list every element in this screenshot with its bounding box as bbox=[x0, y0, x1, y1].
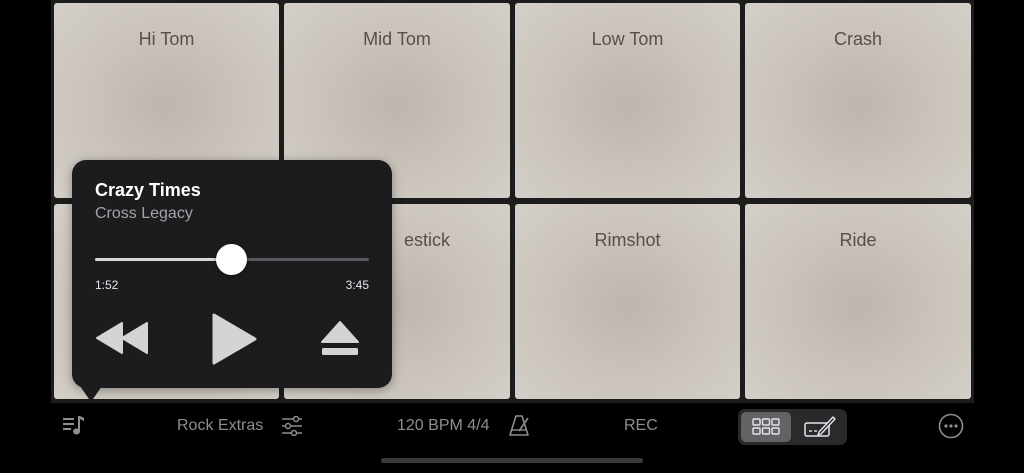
pencil-icon bbox=[804, 416, 836, 437]
pad-low-tom[interactable]: Low Tom bbox=[515, 3, 740, 198]
song-artist: Cross Legacy bbox=[95, 205, 193, 222]
pad-label: Hi Tom bbox=[138, 29, 195, 49]
song-title: Crazy Times bbox=[95, 180, 201, 200]
home-indicator bbox=[381, 458, 643, 463]
grid-icon bbox=[752, 418, 780, 435]
sliders-icon[interactable] bbox=[281, 415, 303, 437]
popover-pointer bbox=[80, 386, 102, 402]
bottom-toolbar: Rock Extras 120 BPM 4/4 REC bbox=[0, 403, 1024, 449]
pad-rimshot[interactable]: Rimshot bbox=[515, 204, 740, 399]
music-notes-icon[interactable] bbox=[62, 415, 84, 437]
edit-view-button[interactable] bbox=[795, 412, 844, 442]
ellipsis-icon[interactable] bbox=[938, 413, 964, 439]
total-time: 3:45 bbox=[345, 278, 369, 292]
play-button[interactable] bbox=[210, 312, 258, 366]
pad-ride[interactable]: Ride bbox=[745, 204, 971, 399]
kit-name[interactable]: Rock Extras bbox=[177, 417, 263, 435]
progress-fill bbox=[95, 258, 232, 261]
now-playing-popover: Crazy Times Cross Legacy 1:52 3:45 bbox=[72, 160, 392, 388]
view-toggle bbox=[738, 409, 847, 445]
progress-thumb[interactable] bbox=[216, 244, 248, 275]
pad-label: Mid Tom bbox=[363, 29, 431, 49]
tempo-display[interactable]: 120 BPM 4/4 bbox=[397, 417, 490, 435]
rewind-icon bbox=[96, 322, 148, 354]
pad-label: Low Tom bbox=[591, 29, 664, 49]
grid-view-button[interactable] bbox=[741, 412, 791, 442]
pad-label: Ride bbox=[839, 230, 877, 250]
pad-crash[interactable]: Crash bbox=[745, 3, 971, 198]
metronome-icon[interactable] bbox=[508, 414, 530, 437]
play-icon bbox=[212, 313, 257, 365]
progress-slider[interactable] bbox=[95, 244, 369, 275]
pad-label: estick bbox=[404, 230, 451, 250]
eject-icon bbox=[321, 321, 359, 355]
pad-label: Rimshot bbox=[594, 230, 661, 250]
pad-label: Crash bbox=[833, 29, 882, 49]
rewind-button[interactable] bbox=[96, 322, 148, 354]
record-button[interactable]: REC bbox=[624, 417, 658, 435]
elapsed-time: 1:52 bbox=[95, 278, 119, 292]
eject-button[interactable] bbox=[320, 320, 360, 358]
